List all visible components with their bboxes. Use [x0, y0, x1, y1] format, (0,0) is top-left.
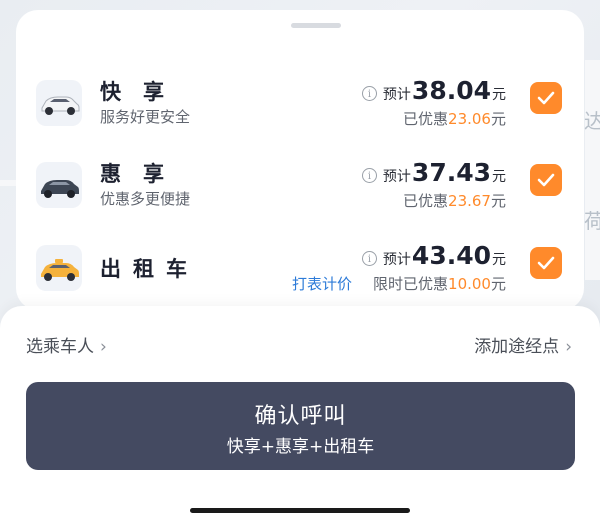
bottom-panel: 选乘车人 › 添加途经点 › 确认呼叫 快享+惠享+出租车: [0, 306, 600, 526]
taxi-icon: [36, 245, 82, 291]
home-indicator[interactable]: [190, 508, 410, 513]
price-amount: 37.43: [411, 158, 491, 187]
price-amount: 43.40: [411, 241, 491, 270]
discount-line: 限时已优惠10.00元: [373, 273, 506, 294]
price-line: i 预计 43.40 元: [361, 241, 506, 270]
price-line: i 预计 38.04 元: [361, 76, 506, 105]
car-economy-icon: [36, 162, 82, 208]
price-unit: 元: [492, 87, 506, 103]
price-amount: 38.04: [411, 76, 491, 105]
discount-unit: 元: [490, 110, 506, 128]
ride-option-row[interactable]: 出租车 打表计价 i 预计 43.40 元 限时已优惠10.00元: [16, 239, 584, 315]
info-icon[interactable]: i: [361, 86, 377, 101]
estimate-label: 预计: [382, 169, 411, 185]
ride-name: 快享: [100, 80, 186, 104]
confirm-sublabel: 快享+惠享+出租车: [226, 437, 375, 457]
select-checkbox[interactable]: [530, 164, 562, 196]
select-passenger-label: 选乘车人: [26, 337, 94, 357]
discount-prefix: 已优惠: [403, 192, 449, 210]
ride-name: 惠享: [100, 162, 186, 186]
meter-pricing-link[interactable]: 打表计价: [292, 273, 352, 294]
map-road: [585, 60, 600, 280]
check-icon: [537, 256, 555, 270]
discount-unit: 元: [490, 192, 506, 210]
discount-prefix: 限时已优惠: [373, 275, 449, 293]
discount-amount: 23.06: [448, 110, 491, 128]
select-checkbox[interactable]: [530, 247, 562, 279]
estimate-label: 预计: [382, 87, 411, 103]
check-icon: [537, 91, 555, 105]
ride-subtitle: 优惠多更便捷: [100, 190, 191, 208]
map-label: 达: [584, 109, 600, 133]
discount-amount: 23.67: [448, 192, 491, 210]
ride-subtitle: 服务好更安全: [100, 108, 191, 126]
ride-option-row[interactable]: 快享 服务好更安全 i 预计 38.04 元 已优惠23.06元: [16, 74, 584, 150]
ride-name: 出租车: [100, 257, 199, 281]
check-icon: [537, 173, 555, 187]
car-express-icon: [36, 80, 82, 126]
discount-amount: 10.00: [448, 275, 491, 293]
confirm-label: 确认呼叫: [254, 404, 347, 429]
select-checkbox[interactable]: [530, 82, 562, 114]
select-passenger-button[interactable]: 选乘车人 ›: [26, 332, 107, 357]
discount-unit: 元: [490, 275, 506, 293]
discount-prefix: 已优惠: [403, 110, 449, 128]
price-unit: 元: [492, 169, 506, 185]
chevron-right-icon: ›: [565, 337, 572, 357]
price-unit: 元: [492, 252, 506, 268]
add-waypoint-button[interactable]: 添加途经点 ›: [474, 332, 572, 357]
price-line: i 预计 37.43 元: [361, 158, 506, 187]
drag-handle[interactable]: [291, 23, 341, 28]
discount-line: 已优惠23.67元: [403, 190, 506, 211]
ride-option-row[interactable]: 惠享 优惠多更便捷 i 预计 37.43 元 已优惠23.67元: [16, 156, 584, 232]
estimate-label: 预计: [382, 252, 411, 268]
info-icon[interactable]: i: [361, 168, 377, 183]
ride-options-sheet: 快享 服务好更安全 i 预计 38.04 元 已优惠23.06元 惠享 优惠多更…: [16, 10, 584, 310]
discount-line: 已优惠23.06元: [403, 108, 506, 129]
map-label: 荷: [584, 209, 600, 233]
chevron-right-icon: ›: [100, 337, 107, 357]
add-waypoint-label: 添加途经点: [474, 337, 560, 357]
confirm-call-button[interactable]: 确认呼叫 快享+惠享+出租车: [26, 382, 575, 470]
info-icon[interactable]: i: [361, 251, 377, 266]
